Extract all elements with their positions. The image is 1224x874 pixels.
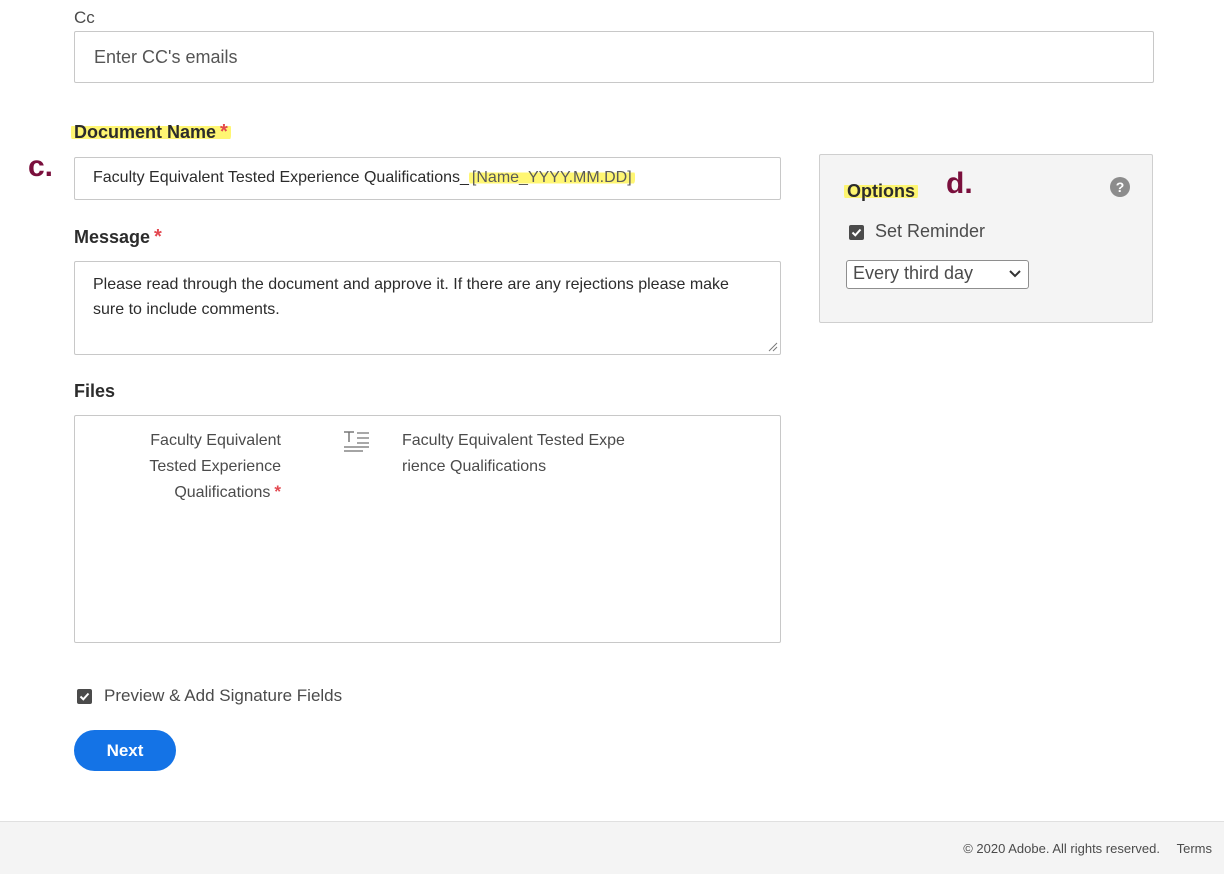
message-textarea[interactable]: Please read through the document and app… bbox=[74, 261, 781, 355]
set-reminder-label: Set Reminder bbox=[875, 221, 986, 241]
set-reminder-checkbox[interactable] bbox=[849, 225, 864, 240]
question-circle-icon[interactable]: ? bbox=[1110, 177, 1130, 197]
file-name-line: Tested Experience bbox=[149, 457, 281, 475]
reminder-frequency-value: Every third day bbox=[853, 263, 974, 283]
next-button[interactable]: Next bbox=[74, 730, 176, 771]
document-name-prefix: Faculty Equivalent Tested Experience Qua… bbox=[93, 169, 469, 186]
required-asterisk: * bbox=[154, 226, 162, 248]
file-name-line: Faculty Equivalent bbox=[150, 432, 281, 449]
document-name-label-text: Document Name bbox=[74, 122, 217, 142]
resize-grip-icon[interactable] bbox=[768, 342, 778, 352]
message-label: Message * bbox=[74, 226, 162, 249]
copyright-text: © 2020 Adobe. All rights reserved. bbox=[963, 841, 1160, 856]
cc-email-input[interactable] bbox=[75, 32, 1153, 82]
annotation-marker-d: d. bbox=[946, 167, 973, 200]
file-name-line: Qualifications bbox=[174, 484, 271, 501]
footer: © 2020 Adobe. All rights reserved. Terms bbox=[0, 821, 1224, 874]
document-name-input[interactable]: Faculty Equivalent Tested Experience Qua… bbox=[74, 157, 781, 200]
file-name-line: Faculty Equivalent Tested Expe bbox=[402, 432, 625, 449]
reminder-frequency-select[interactable]: Every third day bbox=[846, 260, 1029, 289]
cc-field[interactable] bbox=[74, 31, 1154, 83]
required-asterisk: * bbox=[274, 482, 281, 501]
document-name-suffix: [Name_YYYY.MM.DD] bbox=[468, 169, 635, 186]
checkmark-icon bbox=[79, 692, 90, 701]
files-label: Files bbox=[74, 381, 116, 401]
required-asterisk: * bbox=[220, 121, 228, 143]
message-label-text: Message bbox=[74, 227, 151, 247]
files-list: Faculty Equivalent Tested Experience Qua… bbox=[74, 415, 781, 643]
file-name-line: rience Qualifications bbox=[402, 457, 547, 475]
annotation-marker-c: c. bbox=[28, 150, 54, 183]
file-recipient-name: Faculty Equivalent Tested Experience Qua… bbox=[135, 428, 281, 506]
cc-label: Cc bbox=[74, 8, 95, 27]
text-field-icon[interactable] bbox=[343, 430, 371, 454]
file-name: Faculty Equivalent Tested Expe rience Qu… bbox=[402, 428, 642, 479]
options-panel: Options d. ? Set Reminder Every third da… bbox=[819, 154, 1153, 323]
terms-link[interactable]: Terms bbox=[1177, 841, 1212, 856]
chevron-down-icon bbox=[1009, 270, 1021, 278]
message-text: Please read through the document and app… bbox=[93, 276, 729, 318]
document-name-label: Document Name * bbox=[71, 121, 231, 144]
options-title: Options bbox=[844, 181, 918, 202]
options-title-text: Options bbox=[844, 181, 918, 201]
preview-signature-label: Preview & Add Signature Fields bbox=[104, 686, 343, 705]
checkmark-icon bbox=[851, 228, 862, 237]
preview-signature-checkbox[interactable] bbox=[77, 689, 92, 704]
